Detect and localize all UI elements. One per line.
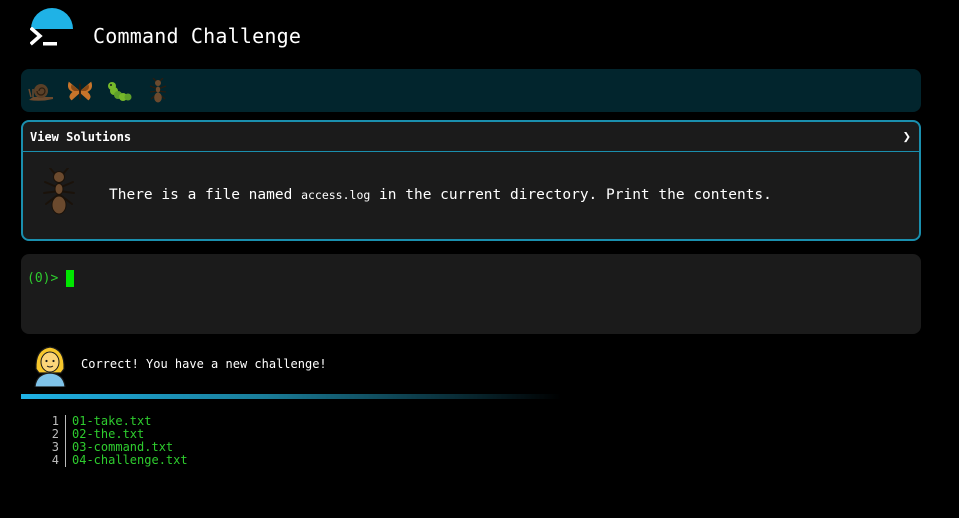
output-text: 04-challenge.txt — [72, 453, 188, 467]
caterpillar-icon[interactable] — [105, 77, 133, 105]
challenge-body: There is a file named access.log in the … — [23, 152, 919, 239]
prompt: (0)> — [27, 271, 59, 286]
levels-bar — [21, 69, 921, 112]
chevron-right-icon[interactable]: ❯ — [903, 129, 911, 145]
snail-icon[interactable] — [27, 77, 55, 105]
ant-icon[interactable] — [144, 77, 172, 105]
challenge-filename: access.log — [301, 188, 371, 202]
feedback-message: Correct! You have a new challenge! — [81, 357, 327, 371]
progress-divider — [21, 394, 561, 399]
ant-icon — [43, 168, 75, 215]
command-output: 1 01-take.txt 2 02-the.txt 3 03-command.… — [50, 415, 188, 467]
line-number: 4 — [50, 454, 66, 467]
logo-dome — [31, 8, 73, 29]
terminal-prompt-icon — [30, 27, 57, 46]
terminal-cursor — [66, 270, 75, 287]
challenge-text-before: There is a file named — [109, 187, 302, 203]
app-header: Command Challenge — [0, 0, 959, 68]
output-line: 4 04-challenge.txt — [50, 454, 188, 467]
challenge-card: View Solutions ❯ There is a file named a… — [21, 120, 921, 241]
feedback: Correct! You have a new challenge! — [21, 340, 921, 390]
prompt-line[interactable]: (0)> — [27, 270, 75, 287]
butterfly-icon[interactable] — [66, 77, 94, 105]
terminal-input-area[interactable]: (0)> — [21, 254, 921, 334]
view-solutions-label: View Solutions — [30, 129, 132, 144]
view-solutions-toggle[interactable]: View Solutions ❯ — [23, 122, 919, 152]
challenge-description: There is a file named access.log in the … — [109, 187, 772, 203]
challenge-text-after: in the current directory. Print the cont… — [370, 187, 772, 203]
woman-avatar-icon — [34, 346, 66, 387]
app-title: Command Challenge — [93, 24, 302, 48]
